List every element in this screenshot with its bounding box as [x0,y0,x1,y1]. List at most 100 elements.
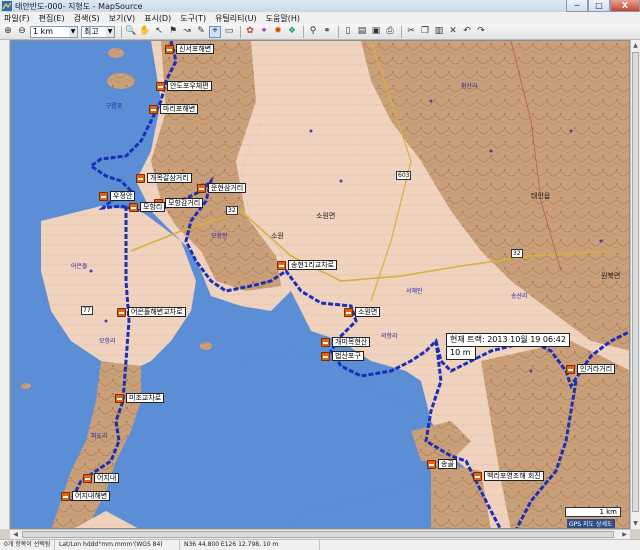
menu-help[interactable]: 도움말(H) [266,13,300,24]
toolbar: ⊕ ⊖ 1 km ▼ 최고 ▼ 🔍 ✋ ↖ ⚑ ↝ ✎ ⌖ ▭ ✿ ✦ ✹ ❖ … [0,24,640,40]
waypoint[interactable]: 어지내 [83,473,120,483]
hand-tool-icon[interactable]: ✋ [139,26,151,38]
waypoint-tool-icon[interactable]: ⚑ [167,26,179,38]
scrollbar-thumb[interactable] [632,52,639,512]
menu-utilities[interactable]: 유틸리티(U) [215,13,257,24]
open-icon[interactable]: ▤ [356,26,368,38]
map-canvas[interactable] [11,41,630,529]
waypoint[interactable]: 미조교차로 [115,393,165,403]
waypoint-icon [149,104,158,114]
waypoint[interactable]: 어은돌해변교차로 [117,307,186,317]
menu-file[interactable]: 파일(F) [4,13,30,24]
road-shield: 32 [226,206,238,215]
find-near-icon[interactable]: ⚭ [321,26,333,38]
zoom-scale-select[interactable]: 1 km ▼ [30,25,78,38]
poi-dot [569,129,573,133]
waypoint-icon [321,351,330,361]
find-icon[interactable]: ⚲ [307,26,319,38]
new-icon[interactable]: ▯ [342,26,354,38]
waypoint[interactable]: 신서포해변 [165,44,215,54]
waypoint-icon [83,473,92,483]
delete-icon[interactable]: ✕ [447,26,459,38]
waypoint-icon [277,260,286,270]
menu-find[interactable]: 검색(S) [74,13,100,24]
minimize-button[interactable]: ─ [566,0,588,12]
route-tool-icon[interactable]: ↝ [181,26,193,38]
waypoint[interactable]: 안도포우체편 [156,81,212,91]
waypoint-label: 어은돌해변교차로 [128,307,186,317]
scroll-down-icon[interactable]: ▼ [631,519,640,528]
print-icon[interactable]: ⎙ [384,26,396,38]
paste-icon[interactable]: ▥ [433,26,445,38]
waypoint[interactable]: 인거라거리 [566,364,616,374]
horizontal-scrollbar[interactable]: ◀ ▶ [10,529,630,539]
town-label: 소원면 [316,212,336,220]
left-panel-strip [0,40,10,529]
menu-edit[interactable]: 편집(E) [39,13,65,24]
waypoint-icon [129,202,138,212]
status-selection: 0개 항목이 선택됨 [0,540,55,550]
poi-icon[interactable]: ✦ [258,26,270,38]
map-view[interactable]: 소원면 소원 만리포 모항항 태안읍 청산리 원북면 송산리 서해안 구름포 어… [10,40,630,529]
waypoint-label: 소원면 [355,307,381,317]
waypoint-icon [99,191,108,201]
waypoint-icon [344,307,353,317]
track-tool-icon[interactable]: ✎ [195,26,207,38]
ruler-icon[interactable]: ▭ [223,26,235,38]
close-button[interactable]: X [610,0,640,12]
zoom-out-icon[interactable]: ⊖ [16,26,28,38]
menu-tools[interactable]: 도구(T) [180,13,206,24]
place-label: 의항리 [381,333,398,340]
waypoint[interactable]: 우정안 [99,191,136,201]
waypoint[interactable]: 법산포구 [321,351,364,361]
menu-display[interactable]: 표시(D) [144,13,171,24]
waypoint-icon [115,393,124,403]
menu-view[interactable]: 보기(V) [109,13,135,24]
mapsource-window: 태안반도-000- 지형도 - MapSource ─ □ X 파일(F) 편집… [0,0,640,550]
waypoint[interactable]: 개미목현산 [321,337,371,347]
cut-icon[interactable]: ✂ [405,26,417,38]
scroll-left-icon[interactable]: ◀ [11,530,20,539]
zoom-in-icon[interactable]: ⊕ [2,26,14,38]
chevron-down-icon: ▼ [69,26,77,37]
map-scale-bar: 1 km [565,507,621,517]
status-coord-format: Lat/Lon hddd°mm.mmm'(WGS 84) [55,540,180,550]
waypoint-label: 안도포우체편 [167,81,212,91]
waypoint[interactable]: 소원면 [344,307,381,317]
select-tool-icon[interactable]: ↖ [153,26,165,38]
scroll-right-icon[interactable]: ▶ [620,530,629,539]
town-label: 원북면 [601,272,621,280]
waypoint-label: 개미목현산 [332,337,371,347]
toolbar-separator [338,25,339,38]
waypoint[interactable]: 개목갈삼거리 [136,173,192,183]
undo-icon[interactable]: ↶ [461,26,473,38]
save-icon[interactable]: ▣ [370,26,382,38]
detail-select[interactable]: 최고 ▼ [81,25,115,38]
waypoint[interactable]: 송골 [427,459,457,469]
poi-icon[interactable]: ✹ [272,26,284,38]
waypoint-icon [117,307,126,317]
waypoint[interactable]: 송현1리교차로 [277,260,338,270]
place-label: 청산리 [461,83,478,90]
poi-icon[interactable]: ❖ [286,26,298,38]
toolbar-separator [303,25,304,38]
copy-icon[interactable]: ❐ [419,26,431,38]
poi-icon[interactable]: ✿ [244,26,256,38]
waypoint-label: 신서포해변 [176,44,215,54]
maximize-button[interactable]: □ [588,0,610,12]
redo-icon[interactable]: ↷ [475,26,487,38]
scrollbar-thumb[interactable] [22,531,614,538]
poi-dot [104,319,108,323]
waypoint[interactable]: 어지내해변 [61,491,111,501]
waypoint[interactable]: 마리포해변 [149,104,199,114]
waypoint[interactable]: 백리포영조해 회진 [473,471,544,481]
zoom-tool-icon[interactable]: 🔍 [125,26,137,38]
scroll-up-icon[interactable]: ▲ [631,41,640,50]
toolbar-separator [240,25,241,38]
waypoint[interactable]: 운현삼거리 [197,183,247,193]
place-label: 송산리 [511,293,528,300]
window-controls: ─ □ X [566,0,640,12]
waypoint[interactable]: 모항리 [129,202,166,212]
vertical-scrollbar[interactable]: ▲ ▼ [630,40,640,529]
pointer-tool-icon[interactable]: ⌖ [209,25,221,38]
